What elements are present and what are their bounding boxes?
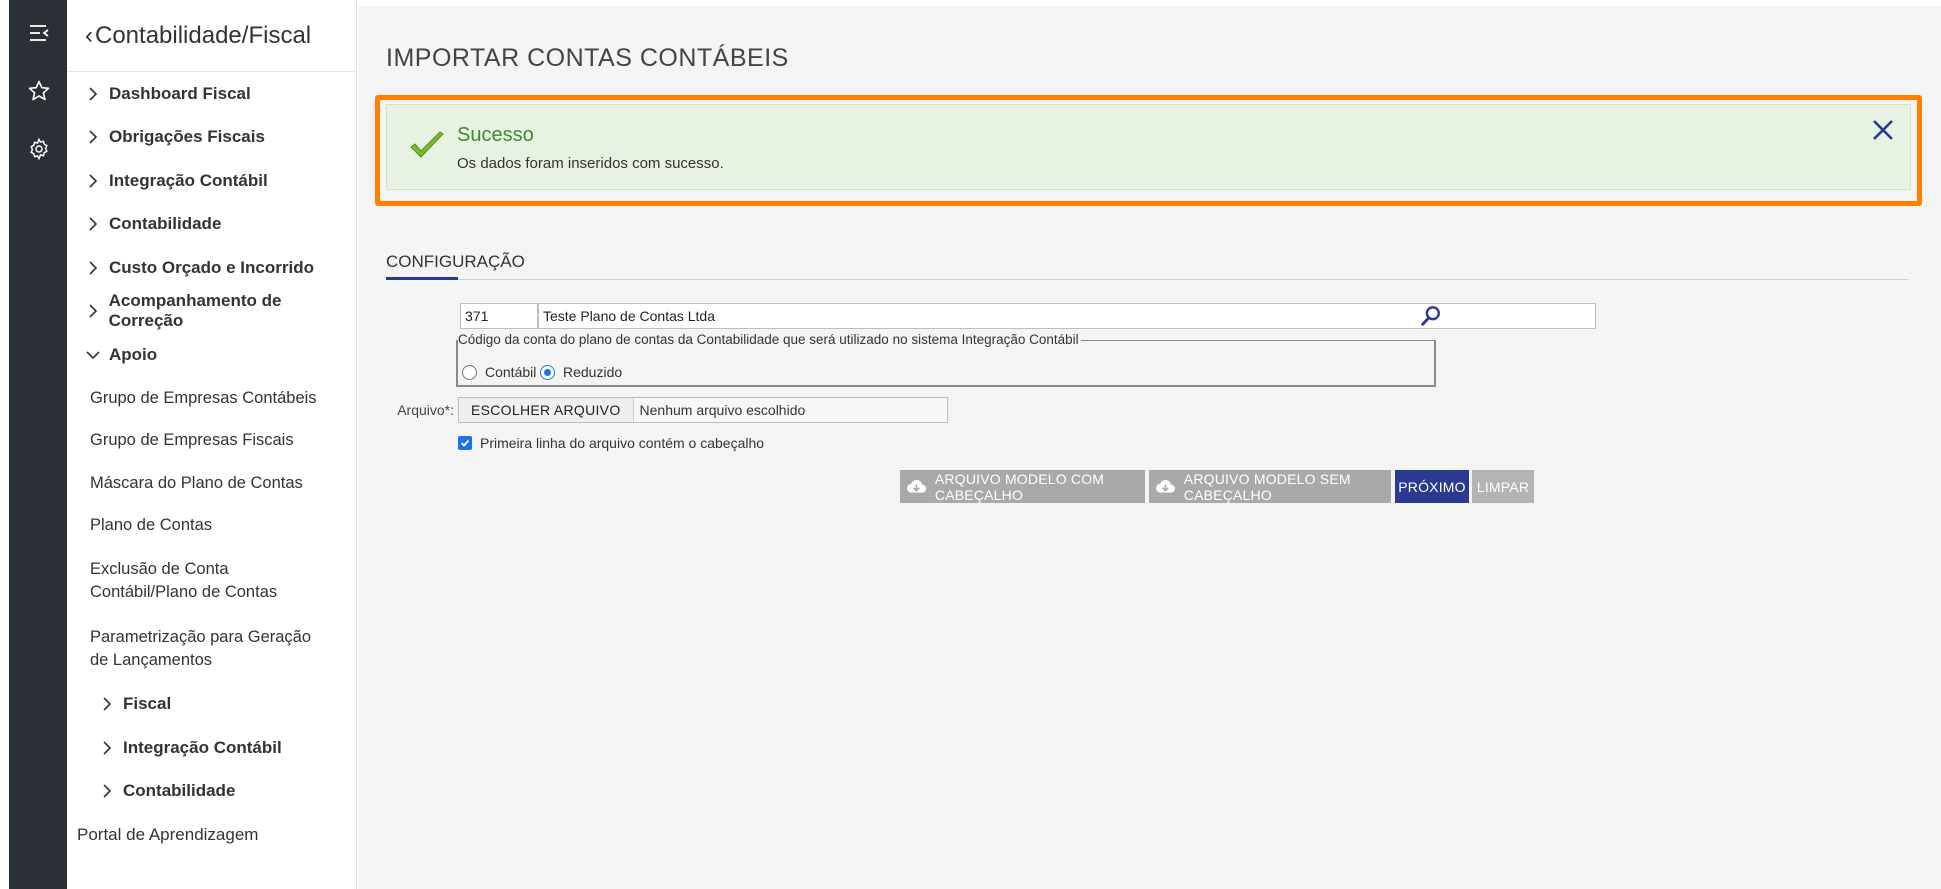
sidebar-group-integracao-contabil[interactable]: Integração Contábil [67, 726, 356, 770]
icon-rail [9, 0, 67, 889]
sidebar-subitem-mascara-plano-contas[interactable]: Máscara do Plano de Contas [67, 462, 356, 505]
header-row-checkbox[interactable]: Primeira linha do arquivo contém o cabeç… [458, 435, 764, 451]
model-with-header-button[interactable]: ARQUIVO MODELO COM CABEÇALHO [900, 470, 1145, 503]
sidebar-item-integracao-contabil[interactable]: Integração Contábil [67, 159, 356, 203]
chevron-right-icon [83, 129, 103, 145]
menu-collapse-icon[interactable] [26, 20, 52, 46]
sidebar-group-label: Contabilidade [123, 781, 236, 801]
model-with-header-label: ARQUIVO MODELO COM CABEÇALHO [934, 470, 1105, 503]
model-without-header-button[interactable]: ARQUIVO MODELO SEM CABEÇALHO [1149, 470, 1391, 503]
cloud-download-icon [1155, 479, 1175, 493]
sidebar-item-label: Dashboard Fiscal [109, 83, 251, 103]
radio-contabil[interactable]: Contábil [462, 364, 536, 380]
sidebar-item-dashboard-fiscal[interactable]: Dashboard Fiscal [67, 72, 356, 116]
arquivo-label: Arquivo*: [397, 402, 454, 418]
chevron-right-icon [83, 260, 103, 276]
sidebar-group-contabilidade[interactable]: Contabilidade [67, 770, 356, 814]
close-icon[interactable] [1870, 117, 1896, 143]
cloud-download-icon [907, 479, 927, 493]
sidebar: ‹ Contabilidade/Fiscal Dashboard Fiscal … [67, 0, 357, 889]
file-input[interactable]: ESCOLHER ARQUIVO Nenhum arquivo escolhid… [458, 397, 948, 423]
sidebar-subitem-grupo-empresas-fiscais[interactable]: Grupo de Empresas Fiscais [67, 420, 356, 462]
chevron-left-icon: ‹ [85, 21, 93, 49]
search-icon[interactable] [1418, 303, 1444, 329]
sidebar-subitem-label: Grupo de Empresas Contábeis [90, 388, 317, 407]
header-checkbox-label: Primeira linha do arquivo contém o cabeç… [480, 435, 765, 451]
sidebar-back-header[interactable]: ‹ Contabilidade/Fiscal [67, 0, 356, 72]
radio-contabil-dot[interactable] [462, 364, 477, 380]
next-button[interactable]: PRÓXIMO [1395, 470, 1469, 503]
radio-reduzido-label: Reduzido [563, 364, 623, 380]
sidebar-item-label: Custo Orçado e Incorrido [109, 257, 314, 277]
chevron-right-icon [97, 783, 117, 799]
sidebar-subitem-plano-contas[interactable]: Plano de Contas [67, 505, 356, 547]
main-content: IMPORTAR CONTAS CONTÁBEIS Sucesso Os dad… [358, 6, 1941, 889]
page-title: IMPORTAR CONTAS CONTÁBEIS [386, 44, 789, 72]
empresa-code-input[interactable] [460, 303, 538, 329]
sidebar-subitem-label: Grupo de Empresas Fiscais [90, 431, 294, 449]
sidebar-item-label: Contabilidade [109, 214, 222, 234]
chevron-down-icon [83, 349, 103, 361]
alert-title: Sucesso [457, 124, 534, 146]
sidebar-link-label: Portal de Aprendizagem [77, 824, 259, 844]
sidebar-item-apoio[interactable]: Apoio [67, 333, 356, 377]
gear-icon[interactable] [26, 136, 52, 162]
model-without-header-label: ARQUIVO MODELO SEM CABEÇALHO [1183, 470, 1351, 503]
choose-file-button[interactable]: ESCOLHER ARQUIVO [459, 398, 634, 422]
file-status: Nenhum arquivo escolhido [639, 402, 806, 418]
sidebar-item-contabilidade[interactable]: Contabilidade [67, 203, 356, 247]
chevron-right-icon [97, 696, 117, 712]
chevron-right-icon [97, 740, 117, 756]
sidebar-subitem-grupo-empresas-contabeis[interactable]: Grupo de Empresas Contábeis [67, 377, 356, 420]
sidebar-subitem-label: Plano de Contas [90, 516, 213, 534]
chevron-right-icon [83, 216, 103, 232]
sidebar-link-portal-aprendizagem[interactable]: Portal de Aprendizagem [67, 813, 356, 856]
sidebar-subitem-label: Máscara do Plano de Contas [90, 473, 303, 492]
checkmark-icon [410, 131, 444, 158]
section-tab-indicator [386, 277, 458, 280]
section-divider [386, 279, 1908, 280]
radio-reduzido[interactable]: Reduzido [540, 364, 622, 380]
sidebar-group-label: Integração Contábil [123, 737, 282, 757]
sidebar-item-acompanhamento-correcao[interactable]: Acompanhamento de Correção [67, 290, 356, 334]
section-title: CONFIGURAÇÃO [386, 252, 525, 271]
sidebar-item-obrigacoes-fiscais[interactable]: Obrigações Fiscais [67, 116, 356, 160]
sidebar-group-label: Fiscal [123, 694, 172, 714]
sidebar-subitem-label: Parametrização para Geração de Lançament… [90, 627, 312, 669]
sidebar-subitem-exclusao-conta[interactable]: Exclusão de Conta Contábil/Plano de Cont… [67, 547, 327, 615]
fieldset-legend: Código da conta do plano de contas da Co… [458, 332, 1081, 347]
checkbox-checked-icon[interactable] [458, 436, 472, 450]
chevron-right-icon [83, 173, 103, 189]
success-alert: Sucesso Os dados foram inseridos com suc… [386, 104, 1911, 190]
sidebar-item-custo-orcado[interactable]: Custo Orçado e Incorrido [67, 246, 356, 290]
module-title: Contabilidade/Fiscal [95, 21, 312, 49]
clear-button[interactable]: LIMPAR [1472, 470, 1534, 503]
star-icon[interactable] [26, 78, 52, 104]
alert-message: Os dados foram inseridos com sucesso. [457, 155, 724, 172]
sidebar-subitem-label: Exclusão de Conta Contábil/Plano de Cont… [90, 559, 278, 601]
chevron-right-icon [83, 303, 103, 319]
radio-contabil-label: Contábil [485, 364, 537, 380]
sidebar-item-label: Integração Contábil [109, 170, 268, 190]
sidebar-item-label: Acompanhamento de Correção [108, 291, 282, 331]
chevron-right-icon [83, 86, 103, 102]
radio-reduzido-dot[interactable] [540, 364, 555, 380]
sidebar-group-fiscal[interactable]: Fiscal [67, 683, 356, 727]
sidebar-item-label: Apoio [109, 344, 158, 364]
sidebar-subitem-parametrizacao[interactable]: Parametrização para Geração de Lançament… [67, 615, 327, 683]
sidebar-item-label: Obrigações Fiscais [109, 127, 265, 147]
